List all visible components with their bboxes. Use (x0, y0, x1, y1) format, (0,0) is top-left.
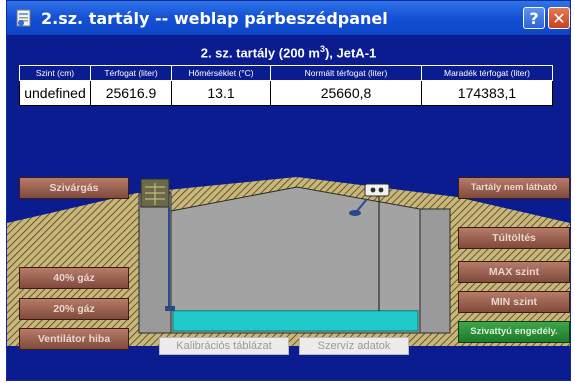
vent-box (140, 178, 170, 208)
inlet-pipe-end (165, 306, 175, 311)
liquid-level (172, 310, 419, 332)
tank-not-visible-button[interactable]: Tartály nem látható (458, 177, 570, 199)
pump-enabled-button[interactable]: Szivattyú engedély. (458, 321, 570, 343)
gas-40-button[interactable]: 40% gáz (19, 267, 129, 289)
fan-fault-button[interactable]: Ventilátor hiba (19, 328, 129, 350)
gas-20-button[interactable]: 20% gáz (19, 298, 129, 320)
service-data-button[interactable]: Szervíz adatok (299, 337, 409, 355)
min-level-button[interactable]: MIN szint (458, 291, 570, 313)
calibration-table-button[interactable]: Kalibrációs táblázat (159, 337, 289, 355)
overfill-button[interactable]: Túltöltés (458, 227, 570, 249)
leak-button[interactable]: Szivárgás (19, 177, 129, 199)
max-level-button[interactable]: MAX szint (458, 261, 570, 283)
dialog-window: 2.sz. tartály -- weblap párbeszédpanel ?… (6, 0, 571, 381)
